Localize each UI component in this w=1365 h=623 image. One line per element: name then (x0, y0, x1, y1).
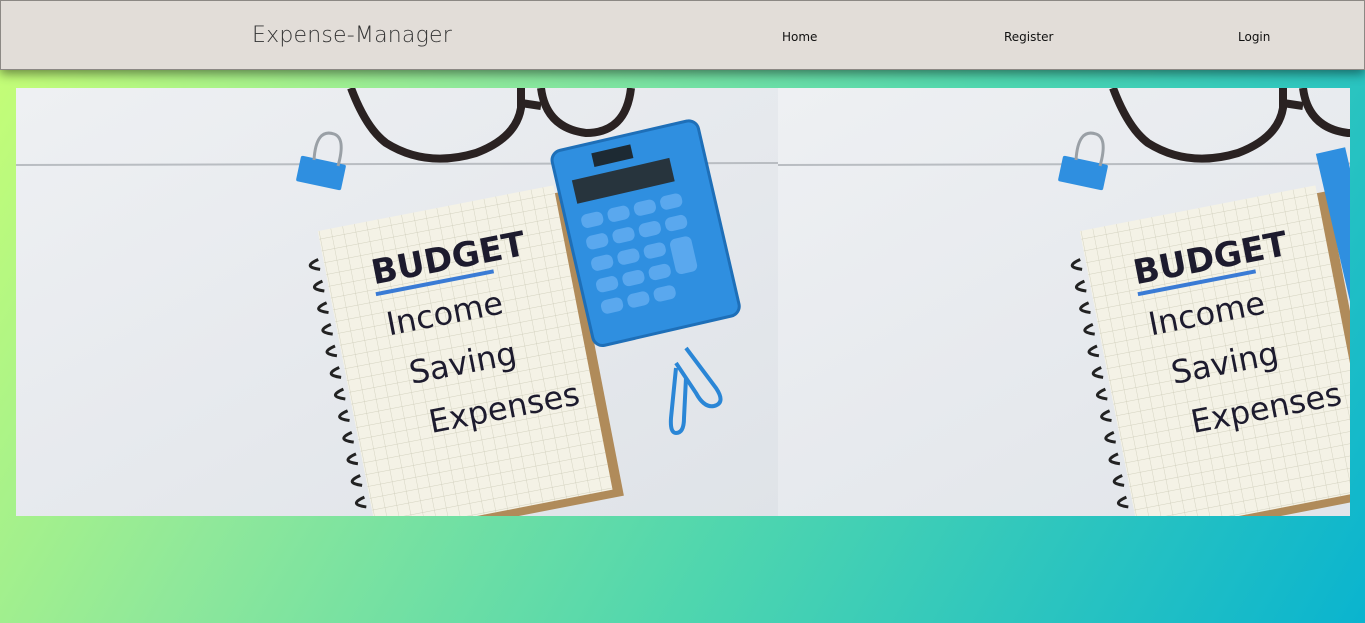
nav-login-link[interactable]: Login (1238, 30, 1270, 44)
nav-register-link[interactable]: Register (1004, 30, 1053, 44)
nav-home-link[interactable]: Home (782, 30, 817, 44)
budget-notebook-image-repeat: BUDGET Income Saving Expenses (778, 88, 1350, 516)
budget-notebook-image: BUDGET Income Saving Expenses (16, 88, 778, 516)
brand-logo-link[interactable]: Expense-Manager (252, 23, 452, 48)
hero-banner-image: BUDGET Income Saving Expenses BUDGET Inc… (16, 88, 1350, 516)
top-navbar: Expense-Manager Home Register Login (0, 0, 1365, 70)
